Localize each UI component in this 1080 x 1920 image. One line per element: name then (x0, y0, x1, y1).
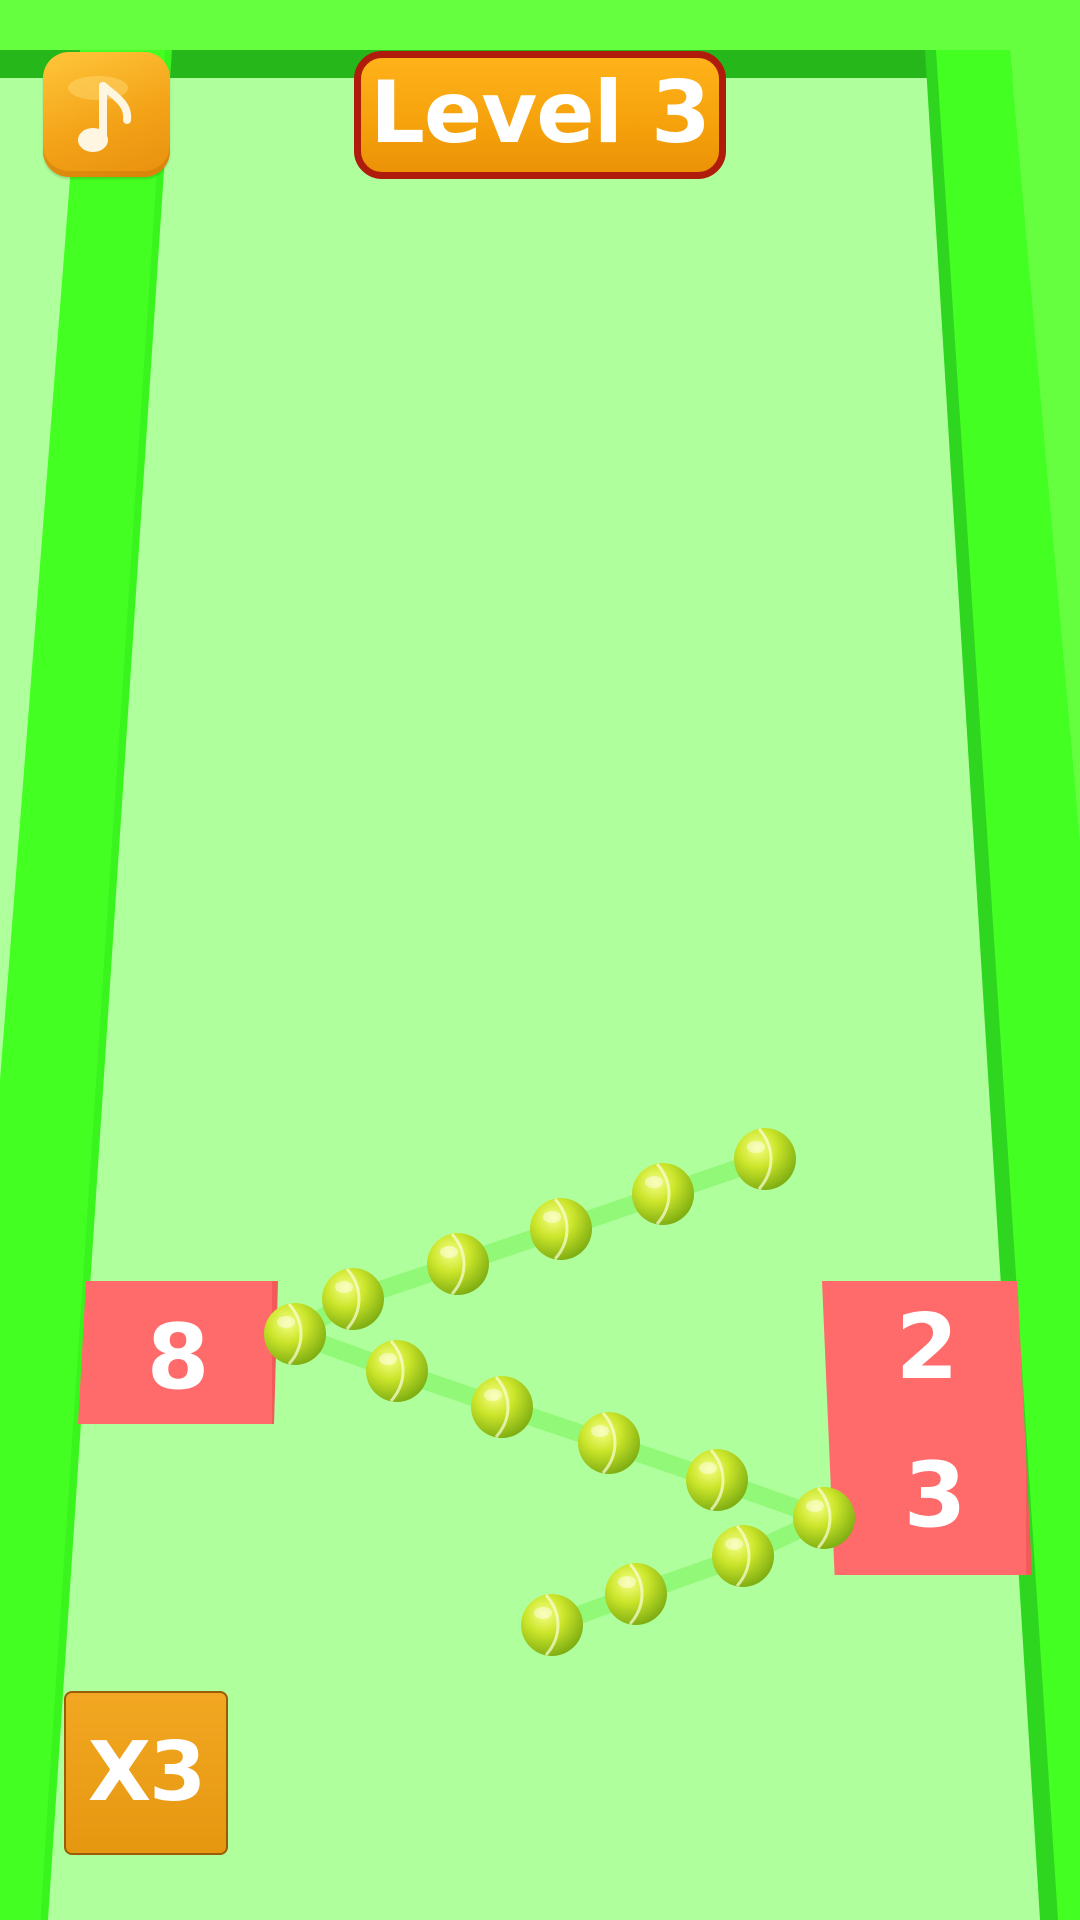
tennis-ball-icon (521, 1594, 583, 1656)
tennis-ball-icon (578, 1412, 640, 1474)
tennis-ball-icon (264, 1303, 326, 1365)
tennis-ball-icon (632, 1163, 694, 1225)
tennis-ball-icon (322, 1268, 384, 1330)
tennis-ball-icon (366, 1340, 428, 1402)
tennis-ball-icon (530, 1198, 592, 1260)
tennis-ball-icon (793, 1487, 855, 1549)
ball-chain (264, 1128, 855, 1656)
tennis-ball-icon (471, 1376, 533, 1438)
tennis-ball-icon (605, 1563, 667, 1625)
tennis-ball-icon (427, 1233, 489, 1295)
tennis-ball-icon (712, 1525, 774, 1587)
game-scene[interactable]: Level 3 8 2 3 X3 (0, 0, 1080, 1920)
multiplier-button[interactable]: X3 (64, 1691, 228, 1855)
multiplier-label: X3 (87, 1725, 206, 1820)
balls (264, 1128, 855, 1656)
tennis-ball-icon (686, 1449, 748, 1511)
tennis-ball-icon (734, 1128, 796, 1190)
